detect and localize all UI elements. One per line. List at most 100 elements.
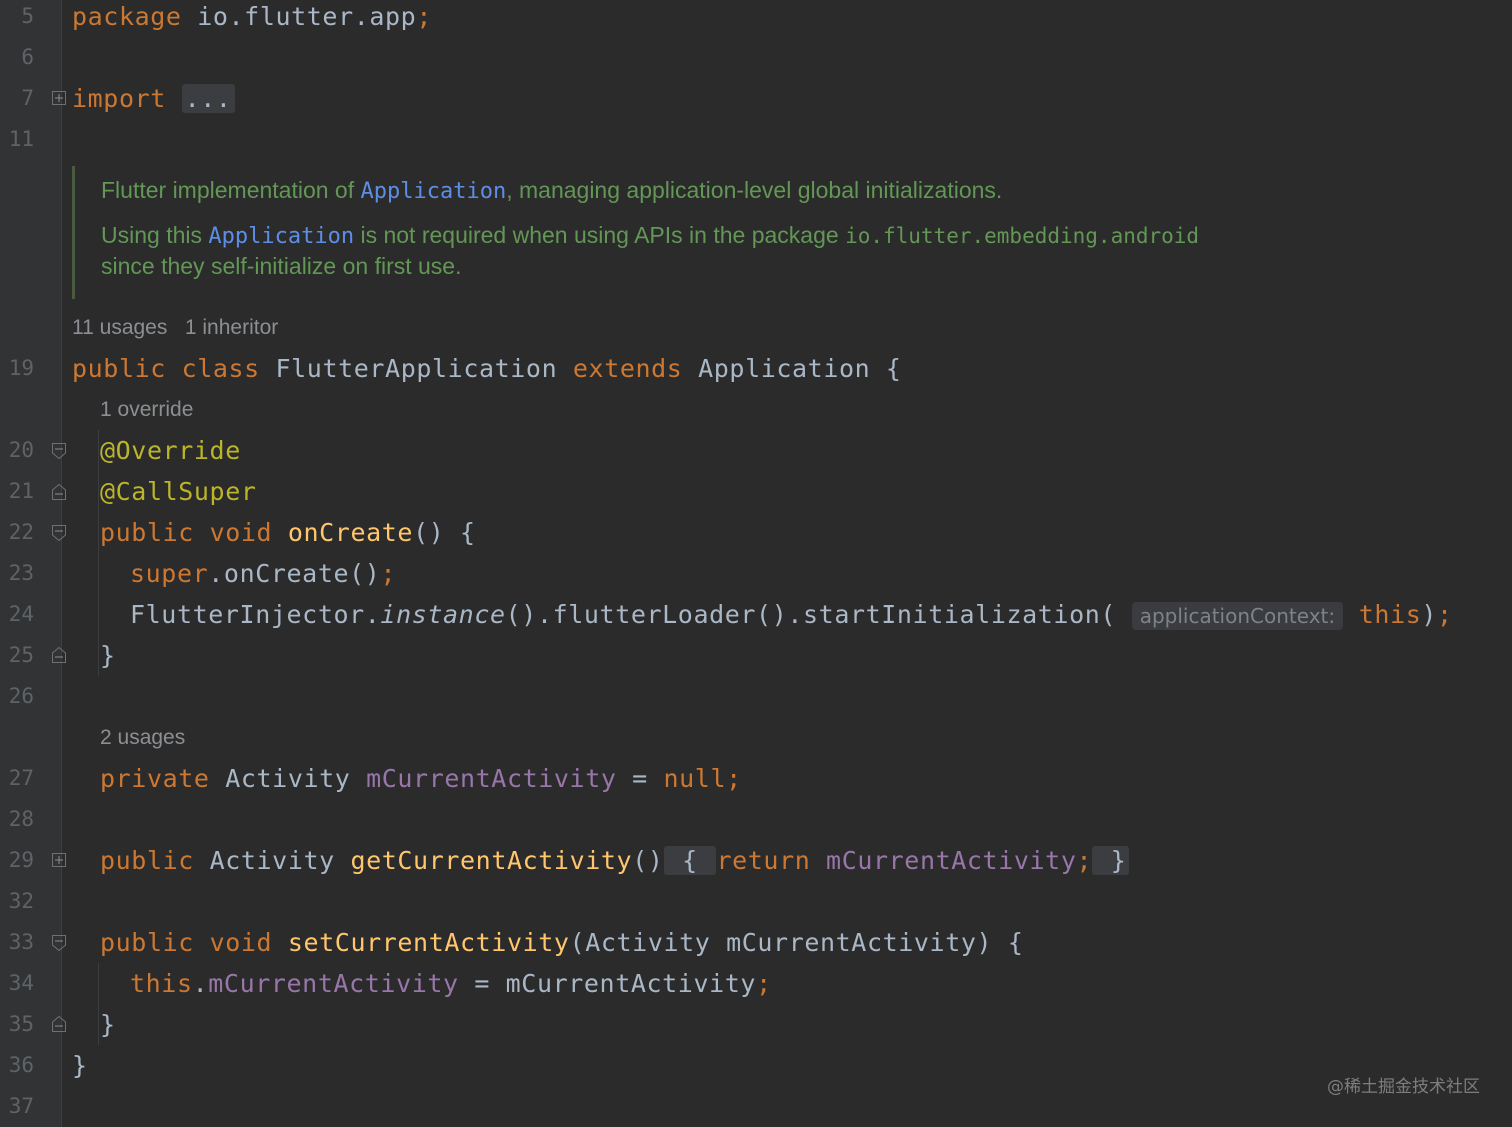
code-text: (Activity mCurrentActivity) { (569, 928, 1024, 957)
code-text: . (192, 969, 209, 998)
package-name: io.flutter.app (181, 2, 417, 31)
collapse-fold-icon[interactable] (52, 935, 66, 951)
closing-brace[interactable]: } (72, 1045, 88, 1086)
doc-link[interactable]: Application (361, 179, 507, 204)
code-text: = mCurrentActivity (458, 969, 757, 998)
keyword: super (130, 559, 209, 588)
line-number: 36 (8, 1053, 34, 1077)
line-number: 22 (8, 520, 34, 544)
code-text: = (616, 764, 664, 793)
code-line[interactable]: this.mCurrentActivity = mCurrentActivity… (130, 963, 772, 1004)
keyword: private (100, 764, 210, 793)
line-number: 11 (8, 127, 34, 151)
semicolon: ; (1076, 846, 1093, 875)
doc-line: Flutter implementation of Application, m… (101, 174, 1002, 208)
line-number: 7 (21, 86, 34, 110)
keyword: this (130, 969, 193, 998)
keyword: extends (572, 354, 683, 383)
code-line[interactable]: public class FlutterApplication extends … (72, 348, 902, 389)
collapse-fold-icon[interactable] (52, 525, 66, 541)
override-link[interactable]: 1 override (100, 395, 193, 425)
line-number: 28 (8, 807, 34, 831)
fold-end-icon[interactable] (52, 647, 66, 663)
line-number: 20 (8, 438, 34, 462)
indent-guide (98, 430, 99, 676)
code-lens: 11 usages 1 inheritor (72, 313, 278, 343)
code-line[interactable]: import ... (72, 78, 235, 119)
doc-text: is not required when using APIs in the p… (354, 222, 846, 248)
rendered-doc-comment: Flutter implementation of Application, m… (72, 166, 1375, 299)
folded-imports[interactable]: ... (181, 84, 235, 113)
inheritors-link[interactable]: 1 inheritor (185, 316, 278, 339)
field-name: mCurrentActivity (826, 846, 1077, 875)
line-number: 19 (8, 356, 34, 380)
expand-fold-icon[interactable] (52, 853, 66, 869)
method-name: getCurrentActivity (350, 846, 633, 875)
code-editor[interactable]: 5 6 7 11 19 20 21 22 23 24 25 26 27 28 2… (0, 0, 1512, 1127)
code-text: () (632, 846, 664, 875)
type-name: Activity (209, 846, 335, 875)
annotation[interactable]: @Override (100, 430, 241, 471)
doc-text: Using this (101, 222, 209, 248)
folded-brace[interactable]: } (1092, 846, 1130, 875)
semicolon: ; (416, 2, 432, 31)
code-line[interactable]: public void setCurrentActivity(Activity … (100, 922, 1023, 963)
expand-fold-icon[interactable] (52, 91, 66, 107)
static-method: instance (380, 600, 506, 629)
line-number: 35 (8, 1012, 34, 1036)
keyword: public (100, 846, 194, 875)
code-line[interactable]: public Activity getCurrentActivity() { r… (100, 840, 1130, 881)
line-number: 25 (8, 643, 34, 667)
code-text: ) (1421, 600, 1438, 629)
type-name: Activity (225, 764, 351, 793)
doc-code: io.flutter.embedding.android (845, 224, 1200, 248)
keyword: class (181, 354, 260, 383)
code-line[interactable]: super.onCreate(); (130, 553, 396, 594)
code-line[interactable]: private Activity mCurrentActivity = null… (100, 758, 742, 799)
usages-link[interactable]: 2 usages (100, 723, 185, 753)
code-text: ().flutterLoader().startInitialization( (505, 600, 1117, 629)
line-number: 24 (8, 602, 34, 626)
code-line[interactable]: package io.flutter.app; (72, 0, 432, 37)
folded-brace[interactable]: { (663, 846, 717, 875)
keyword: null (663, 764, 727, 793)
keyword: public (100, 928, 194, 957)
code-line[interactable]: FlutterInjector.instance().flutterLoader… (130, 594, 1453, 635)
code-text: .onCreate() (208, 559, 381, 588)
doc-text: Flutter implementation of (101, 177, 361, 203)
closing-brace[interactable]: } (100, 635, 116, 676)
code-text: () { (413, 518, 476, 547)
line-number: 5 (21, 4, 34, 28)
line-number: 26 (8, 684, 34, 708)
base-class: Application { (698, 354, 902, 383)
keyword: package (72, 2, 182, 31)
keyword: public (72, 354, 166, 383)
gutter: 5 6 7 11 19 20 21 22 23 24 25 26 27 28 2… (0, 0, 66, 1127)
indent-guide (98, 963, 99, 1045)
annotation[interactable]: @CallSuper (100, 471, 257, 512)
line-number: 23 (8, 561, 34, 585)
watermark: @稀土掘金技术社区 (1327, 1077, 1480, 1097)
semicolon: ; (380, 559, 397, 588)
fold-end-icon[interactable] (52, 1016, 66, 1032)
line-number: 29 (8, 848, 34, 872)
collapse-fold-icon[interactable] (52, 443, 66, 459)
line-number: 32 (8, 889, 34, 913)
line-number: 34 (8, 971, 34, 995)
keyword: return (716, 846, 811, 875)
fold-end-icon[interactable] (52, 484, 66, 500)
line-number: 33 (8, 930, 34, 954)
keyword: void (209, 928, 273, 957)
closing-brace[interactable]: } (100, 1004, 116, 1045)
semicolon: ; (756, 969, 772, 998)
line-number: 37 (8, 1094, 34, 1118)
line-number: 27 (8, 766, 34, 790)
keyword: this (1358, 600, 1422, 629)
code-line[interactable]: public void onCreate() { (100, 512, 476, 553)
field-name: mCurrentActivity (366, 764, 617, 793)
keyword: void (209, 518, 273, 547)
usages-link[interactable]: 11 usages (72, 316, 167, 339)
doc-link[interactable]: Application (208, 224, 354, 249)
line-number: 6 (21, 45, 34, 69)
method-name: onCreate (287, 518, 414, 547)
